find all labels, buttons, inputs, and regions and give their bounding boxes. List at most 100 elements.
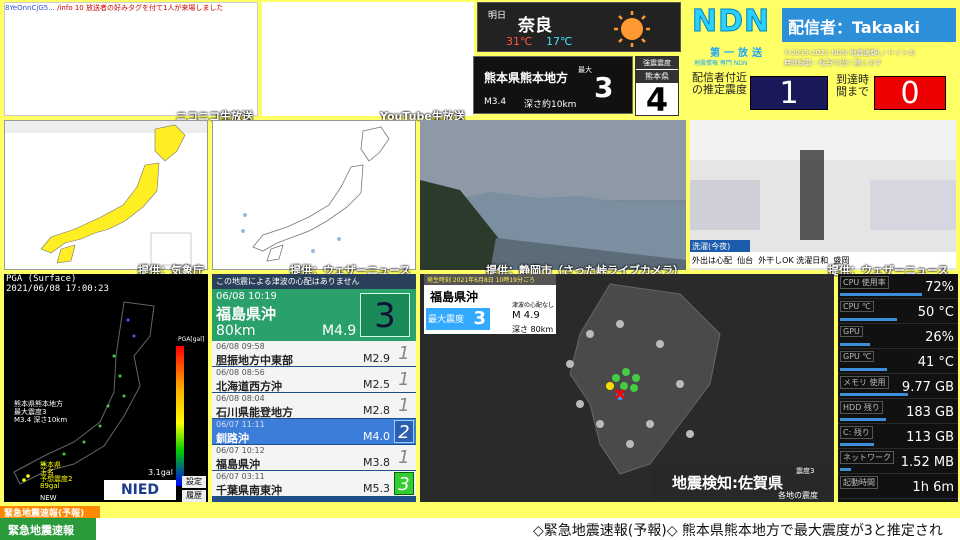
- forecast-city: 仙台: [737, 256, 754, 265]
- ticker-label: 緊急地震速報: [0, 518, 96, 540]
- ticker-bar: 緊急地震速報 ◇緊急地震速報(予報)◇ 熊本県熊本地方で最大震度が3と推定され: [0, 518, 960, 540]
- sun-icon: [614, 11, 650, 47]
- item-region: 福島県沖: [216, 458, 260, 471]
- arrival-time-value: 0: [874, 76, 946, 111]
- ndn-branding: NDN 第一放送 地震情報 専門 NDN 配信者：Takaaki ©2019-2…: [688, 2, 958, 118]
- monitor-value: 9.77 GB: [901, 380, 954, 395]
- quake-history-list: この地震による津波の心配はありません 06/08 10:19 福島県沖 80km…: [212, 274, 416, 502]
- monitor-key: GPU: [840, 326, 863, 337]
- item-region: 福島県沖: [216, 305, 277, 323]
- ndn-sub2: 地震情報 専門 NDN: [694, 60, 748, 67]
- item-magnitude: M2.9: [363, 352, 390, 365]
- forecast-item: 外出は心配: [692, 256, 732, 265]
- item-region: 釧路沖: [216, 432, 249, 445]
- item-magnitude: M2.8: [363, 404, 390, 417]
- copyright-line1: ©2019-2021 NDN 地震速報(ノドイトの: [784, 49, 916, 57]
- item-region: 北海道西方沖: [216, 380, 282, 393]
- monitor-key: C: 残り: [840, 426, 873, 439]
- chat-message: /info 10 放送者の好みタグを付て1人が来場しました: [57, 4, 224, 12]
- item-datetime: 06/08 09:58: [216, 342, 265, 351]
- list-item[interactable]: 06/07 10:12 福島県沖 M3.8 1: [212, 445, 416, 471]
- quake-intensity: 3: [594, 71, 614, 104]
- list-item[interactable]: 06/08 08:56 北海道西方沖 M2.5 1: [212, 367, 416, 393]
- item-region: 石川県能登地方: [216, 406, 293, 419]
- monitor-row: GPU 26%: [838, 324, 958, 349]
- item-datetime: 06/08 10:19: [216, 291, 277, 302]
- note-line: 熊本県熊本地方: [14, 400, 63, 408]
- list-item[interactable]: 06/07 03:11 千葉県南東沖 M5.3 3: [212, 471, 416, 497]
- pga-title: PGA (Surface): [6, 274, 77, 284]
- legend-title: 各地の震度: [778, 491, 818, 500]
- earthquake-map-panel: 発生時刻 2021年6月8日 10時19分ごろ 福島県沖 最大震度 3 津波の心配…: [420, 274, 834, 502]
- estimated-intensity-label: 配信者付近の推定震度: [692, 71, 747, 96]
- monitor-bar: [840, 368, 887, 371]
- item-magnitude: M5.3: [363, 482, 390, 495]
- pga-unit: PGA[gal]: [178, 336, 205, 343]
- item-intensity: 1: [398, 343, 410, 364]
- monitor-row: GPU ℃ 41 °C: [838, 349, 958, 374]
- list-item[interactable]: 06/08 08:04 石川県能登地方 M2.8 1: [212, 393, 416, 419]
- monitor-row: CPU ℃ 50 °C: [838, 299, 958, 324]
- monitor-row: CPU 使用率 72%: [838, 274, 958, 299]
- eq-tsunami: 津波の心配なし: [512, 302, 555, 309]
- eq-depth: 深さ 80km: [512, 325, 554, 334]
- monitor-value: 113 GB: [906, 430, 954, 445]
- eq-max-value: 3: [473, 308, 486, 329]
- monitor-value: 50 °C: [917, 305, 954, 320]
- monitor-bar: [840, 393, 909, 396]
- monitor-value: 183 GB: [906, 405, 954, 420]
- local-value: 4: [645, 81, 669, 119]
- pga-history-button[interactable]: 履歴: [182, 490, 206, 502]
- pga-new: NEW: [40, 494, 57, 502]
- monitor-key: 起動時間: [840, 476, 878, 489]
- eq-magnitude: M 4.9: [512, 310, 540, 321]
- pga-settings-button[interactable]: 設定: [182, 476, 206, 488]
- item-region: 千葉県南東沖: [216, 484, 282, 497]
- pga-site: 熊本県 玉名 予想震度2 89gal: [40, 462, 72, 490]
- laundry-caption: 洗濯(今夜): [690, 240, 750, 252]
- monitor-row: C: 残り 113 GB: [838, 424, 958, 449]
- weather-day: 明日: [488, 11, 507, 21]
- ndn-sub: 第一放送: [710, 48, 766, 59]
- item-depth: 80km: [216, 323, 256, 339]
- quake-region: 熊本県熊本地方: [484, 71, 569, 85]
- forecast-item: 外干しOK 洗濯日和: [758, 256, 829, 265]
- monitor-key: HDD 残り: [840, 401, 883, 414]
- ndn-logo: NDN: [691, 4, 771, 40]
- coast-camera-image: [420, 120, 686, 270]
- weathernews-map-panel: [212, 120, 416, 270]
- system-monitor: CPU 使用率 72% CPU ℃ 50 °C GPU 26% GPU ℃ 41 °C メモリ …: [838, 274, 958, 502]
- ticker-text: ◇緊急地震速報(予報)◇ 熊本県熊本地方で最大震度が3と推定され: [533, 523, 943, 539]
- item-intensity: 3: [394, 472, 414, 495]
- item-magnitude: M2.5: [363, 378, 390, 391]
- item-magnitude: M4.9: [322, 323, 357, 339]
- local-intensity-panel: 強震震度 熊本県 4: [635, 56, 679, 119]
- monitor-bar: [840, 468, 852, 471]
- eq-max-label: 最大震度: [428, 315, 465, 325]
- list-item[interactable]: 06/07 11:11 釧路沖 M4.0 2: [212, 419, 416, 445]
- item-magnitude: M4.0: [363, 430, 390, 443]
- note-line: 最大震度3: [14, 408, 47, 416]
- quake-max-label: 最大: [578, 66, 592, 74]
- live-camera-satta: [420, 120, 686, 270]
- quake-rows: 06/08 09:58 胆振地方中東部 M2.9 1 06/08 08:56 北海道西方…: [212, 341, 416, 497]
- note-line: M3.4 深さ10km: [14, 416, 68, 424]
- japan-map-wn: [241, 126, 390, 262]
- monitor-value: 41 °C: [917, 355, 954, 370]
- monitor-row: 起動時間 1h 6m: [838, 474, 958, 499]
- monitor-bar: [840, 343, 870, 346]
- legend-label: 震度3: [796, 467, 815, 475]
- monitor-bar: [840, 443, 875, 446]
- item-intensity: 2: [394, 420, 414, 443]
- copyright-line2: 無断転載・転写を固く禁じます: [784, 59, 882, 67]
- weather-low: 17℃: [546, 35, 573, 48]
- list-item[interactable]: 06/08 09:58 胆振地方中東部 M2.9 1: [212, 341, 416, 367]
- chat-line: 8YeOnnCjG5... /info 10 放送者の好みタグを付て1人が来場し…: [5, 3, 257, 13]
- monitor-key: CPU ℃: [840, 301, 874, 312]
- latest-quake-item[interactable]: 06/08 10:19 福島県沖 80km M4.9 3: [212, 289, 416, 341]
- weather-high: 31℃: [506, 35, 533, 48]
- weathernews-video-panel: 洗濯(今夜) 外出は心配 仙台 外干しOK 洗濯日和 盛岡: [690, 120, 956, 270]
- item-intensity: 3: [360, 293, 410, 337]
- item-datetime: 06/07 10:12: [216, 446, 265, 455]
- caster-name: 配信者：Takaaki: [782, 8, 956, 42]
